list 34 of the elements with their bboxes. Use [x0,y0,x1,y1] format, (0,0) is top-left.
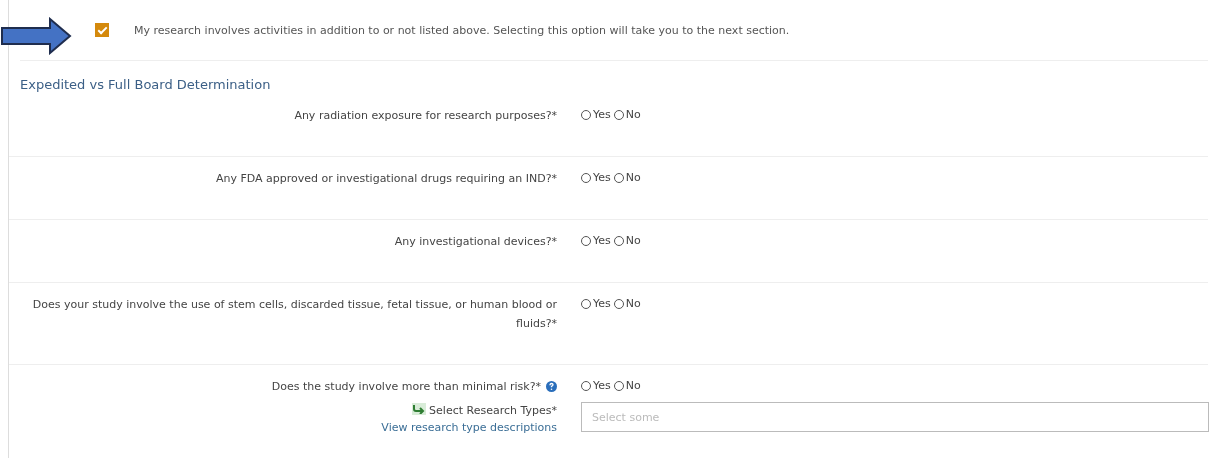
checkbox[interactable] [95,23,109,37]
radio-icon[interactable] [581,172,591,183]
radio-option[interactable]: No [613,108,641,121]
question-label: Does the study involve more than minimal risk?* [271,379,541,395]
radio-option[interactable]: Yes [581,297,611,310]
radio-option[interactable]: Yes [581,234,611,247]
radio-icon[interactable] [581,235,591,246]
radio-icon[interactable] [613,109,624,120]
radio-option[interactable]: Yes [581,379,611,392]
help-icon[interactable] [546,381,557,392]
radio-icon[interactable] [581,298,591,309]
question-label: Does your study involve the use of stem cells, discarded tissue, fetal tissue, or human blood or fluids?* [32,297,557,332]
radio-icon[interactable] [581,380,591,391]
question-label: Any radiation exposure for research purposes?* [294,108,557,124]
field-label: Select Research Types* [412,402,557,419]
radio-icon[interactable] [613,172,624,183]
share-arrow-icon [412,403,427,415]
radio-option[interactable]: No [613,234,641,247]
descriptions-link[interactable]: View research type descriptions [381,419,557,436]
question-label: Any investigational devices?* [394,234,557,250]
section-title: Expedited vs Full Board Determination [20,77,272,92]
arrow-icon [0,17,72,55]
radio-icon[interactable] [581,109,591,120]
research-types-select[interactable]: Select some [581,402,1209,432]
radio-icon[interactable] [613,380,624,391]
radio-option[interactable]: Yes [581,108,611,121]
radio-option[interactable]: No [613,297,641,310]
radio-option[interactable]: No [613,379,641,392]
radio-icon[interactable] [613,235,624,246]
radio-option[interactable]: Yes [581,171,611,184]
question-label: Any FDA approved or investigational drugs requiring an IND?* [215,171,557,187]
radio-icon[interactable] [613,298,624,309]
radio-option[interactable]: No [613,171,641,184]
option-label: My research involves activities in addition to or not listed above. Selecting this option will take you to the next section. [134,23,790,37]
